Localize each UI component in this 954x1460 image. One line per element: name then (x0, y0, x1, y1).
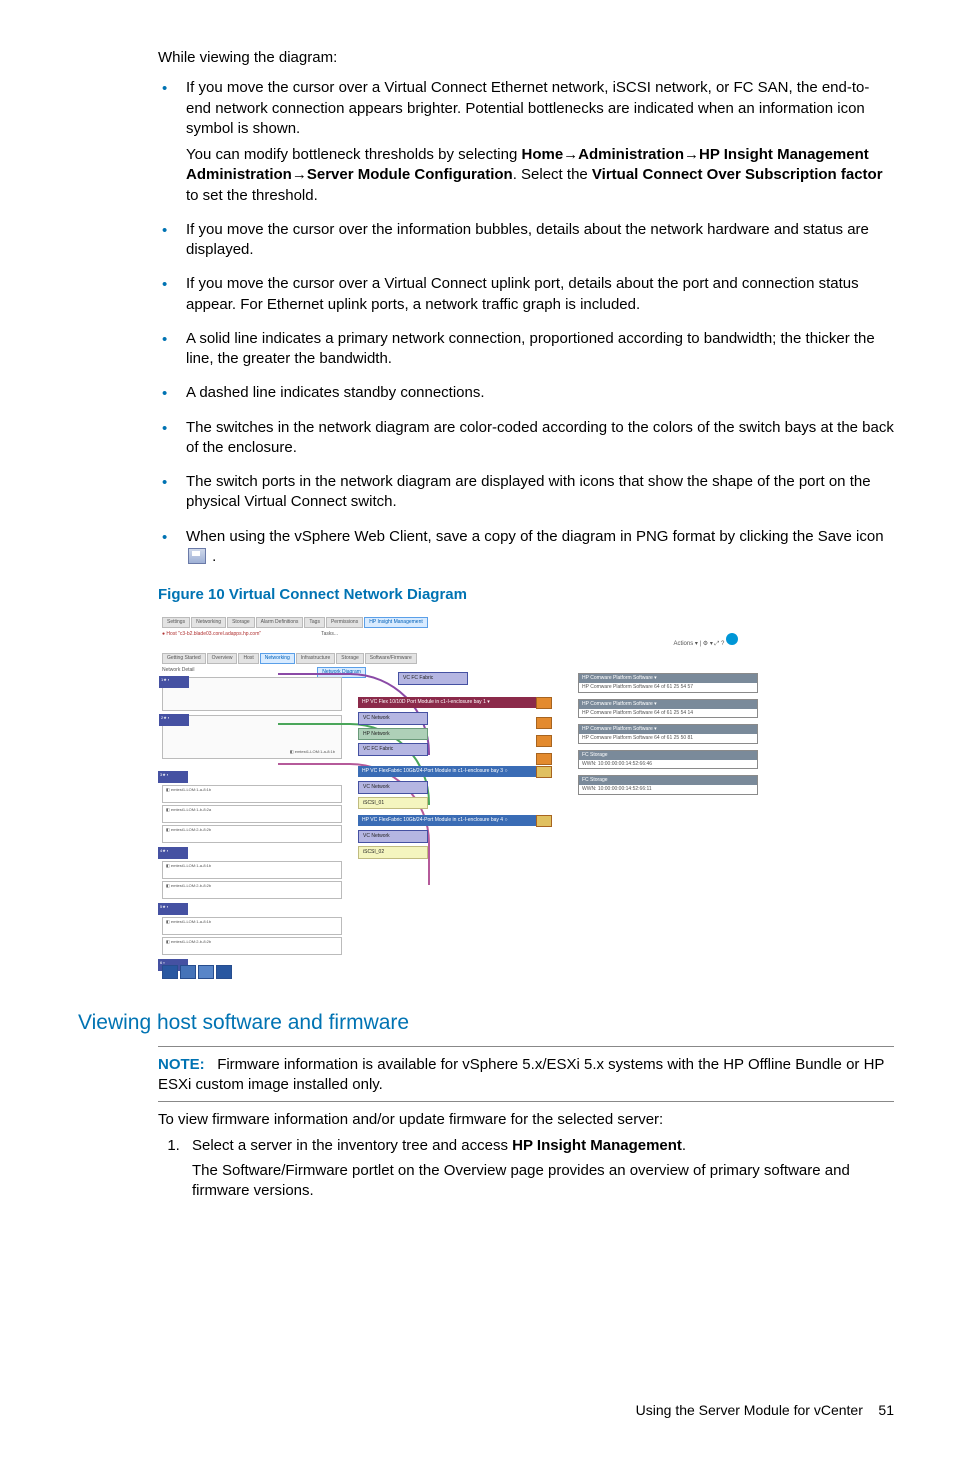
list-item: Select a server in the inventory tree an… (184, 1136, 894, 1201)
list-item: A dashed line indicates standby connecti… (158, 383, 894, 403)
list-item: The switches in the network diagram are … (158, 418, 894, 459)
list-item: If you move the cursor over the informat… (158, 220, 894, 261)
save-icon[interactable] (216, 965, 232, 979)
list-item: If you move the cursor over a Virtual Co… (158, 274, 894, 315)
note-text: Firmware information is available for vS… (158, 1056, 884, 1093)
link-icon[interactable] (198, 965, 214, 979)
refresh-icon[interactable] (162, 965, 178, 979)
page-footer: Using the Server Module for vCenter 51 (78, 1401, 894, 1420)
note-label: NOTE: (158, 1056, 205, 1073)
list-item: The switch ports in the network diagram … (158, 472, 894, 513)
save-icon (188, 548, 206, 564)
bullet-sub: You can modify bottleneck thresholds by … (186, 145, 894, 206)
bullet-list: If you move the cursor over a Virtual Co… (158, 78, 894, 567)
intro-text: While viewing the diagram: (158, 48, 894, 68)
tab[interactable]: Networking (191, 617, 226, 628)
tab[interactable]: Storage (227, 617, 255, 628)
steps-list: Select a server in the inventory tree an… (158, 1136, 894, 1201)
bullet-text: If you move the cursor over a Virtual Co… (186, 79, 869, 137)
hp-logo-icon (726, 633, 738, 645)
section-heading: Viewing host software and firmware (78, 1009, 894, 1037)
divider (158, 1101, 894, 1102)
figure-actions: Actions ▾ | ⚙ ▾ ⤢ ? (674, 633, 738, 648)
grid-icon[interactable] (180, 965, 196, 979)
tab[interactable]: Settings (162, 617, 190, 628)
list-item: When using the vSphere Web Client, save … (158, 527, 894, 568)
step-continuation: The Software/Firmware portlet on the Ove… (192, 1161, 894, 1202)
tab[interactable]: Alarm Definitions (256, 617, 304, 628)
tab[interactable]: Permissions (326, 617, 363, 628)
figure-caption: Figure 10 Virtual Connect Network Diagra… (158, 585, 894, 605)
fw-intro: To view firmware information and/or upda… (158, 1110, 894, 1130)
list-item: A solid line indicates a primary network… (158, 329, 894, 370)
list-item: If you move the cursor over a Virtual Co… (158, 78, 894, 206)
note-block: NOTE: Firmware information is available … (158, 1055, 894, 1096)
tab[interactable]: Tags (304, 617, 325, 628)
figure-tabs: Settings Networking Storage Alarm Defini… (162, 617, 428, 628)
divider (158, 1046, 894, 1047)
tab-active[interactable]: HP Insight Management (364, 617, 428, 628)
figure-image: Settings Networking Storage Alarm Defini… (158, 613, 768, 983)
